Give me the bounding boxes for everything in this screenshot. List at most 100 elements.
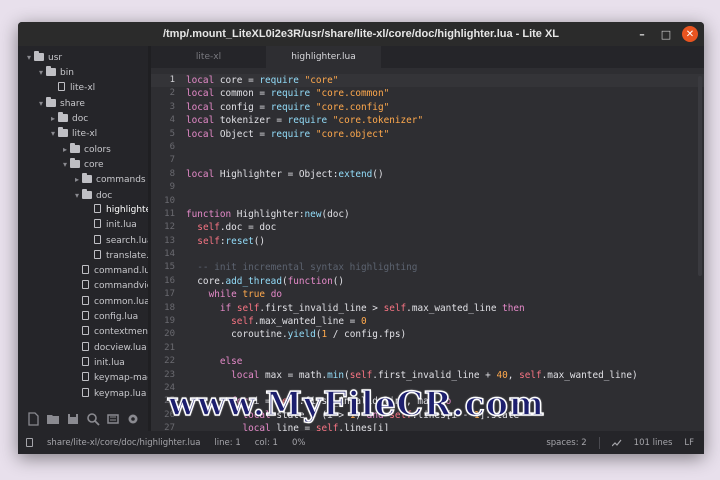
tree-file[interactable]: docview.lua bbox=[18, 341, 148, 356]
tree-folder[interactable]: ▸ commands bbox=[18, 172, 148, 187]
tree-file[interactable]: config.lua bbox=[18, 310, 148, 325]
new-file-icon[interactable] bbox=[26, 411, 40, 426]
code-token: "core" bbox=[304, 75, 339, 86]
code-line[interactable] bbox=[186, 141, 704, 154]
file-icon bbox=[94, 219, 101, 229]
file-icon bbox=[82, 280, 89, 290]
tab-highlighter-lua[interactable]: highlighter.lua bbox=[266, 46, 381, 68]
code-line[interactable]: local max = math.min(self.first_invalid_… bbox=[186, 369, 704, 382]
tree-file[interactable]: translate.lua bbox=[18, 249, 148, 264]
tree-file[interactable]: lite-xl bbox=[18, 81, 148, 96]
code-token: self bbox=[315, 423, 339, 431]
minimize-button[interactable]: – bbox=[634, 26, 650, 42]
code-line[interactable]: if self.first_invalid_line > self.max_wa… bbox=[186, 302, 704, 315]
tree-folder[interactable]: ▾ core bbox=[18, 157, 148, 172]
save-icon[interactable] bbox=[66, 411, 80, 425]
code-line[interactable]: self.doc = doc bbox=[186, 221, 704, 234]
code-line[interactable]: else bbox=[186, 355, 704, 368]
folder-icon bbox=[82, 188, 92, 199]
code-line[interactable]: self.max_wanted_line = 0 bbox=[186, 315, 704, 328]
code-line[interactable]: -- init incremental syntax highlighting bbox=[186, 261, 704, 274]
code-line[interactable]: local core = require "core" bbox=[186, 74, 704, 87]
tree-file[interactable]: common.lua bbox=[18, 295, 148, 310]
code-line[interactable]: local config = require "core.config" bbox=[186, 101, 704, 114]
code-line[interactable] bbox=[186, 181, 704, 194]
code-line[interactable]: local tokenizer = require "core.tokenize… bbox=[186, 114, 704, 127]
tree-item-label: doc bbox=[96, 190, 113, 201]
code-token: self bbox=[349, 369, 373, 381]
tree-item-label: init.lua bbox=[94, 357, 125, 368]
tree-folder[interactable]: ▸ doc bbox=[18, 111, 148, 126]
line-number: 4 bbox=[169, 115, 175, 126]
maximize-button[interactable]: □ bbox=[658, 26, 674, 42]
code-token: "core.common" bbox=[315, 88, 390, 100]
tree-folder[interactable]: ▸ colors bbox=[18, 142, 148, 157]
code-line[interactable]: local line = self.lines[i] bbox=[186, 422, 704, 431]
code-token: .lines[i] bbox=[338, 423, 390, 431]
tree-file[interactable]: keymap-macos.l bbox=[18, 371, 148, 386]
code-line[interactable]: self:reset() bbox=[186, 235, 704, 248]
open-folder-icon[interactable] bbox=[46, 411, 60, 425]
code-token: .first_invalid_line + bbox=[372, 369, 497, 381]
line-number: 7 bbox=[169, 155, 175, 166]
tree-file[interactable]: contextmenu.lu bbox=[18, 325, 148, 340]
tab-lite-xl[interactable]: lite-xl bbox=[151, 46, 266, 68]
code-content[interactable]: local core = require "core" local common … bbox=[186, 74, 704, 431]
code-line[interactable]: local common = require "core.common" bbox=[186, 87, 704, 100]
settings-icon[interactable] bbox=[126, 411, 140, 425]
tree-item-label: contextmenu.lu bbox=[94, 327, 148, 338]
tree-file[interactable]: init.lua bbox=[18, 356, 148, 371]
tree-item-label: commands bbox=[96, 175, 146, 186]
tree-folder[interactable]: ▾ lite-xl bbox=[18, 126, 148, 141]
tree-file[interactable]: highlighter.lu bbox=[18, 203, 148, 218]
tree-folder[interactable]: ▾ doc bbox=[18, 188, 148, 203]
code-editor[interactable]: 1 2 3 4 5 6 7 8 9 10 11 12 13 14 15 16 17 18 19 20 21 22 23 24 2… bbox=[151, 68, 704, 431]
tree-item-label: search.lua bbox=[106, 235, 148, 246]
code-token: self bbox=[197, 222, 220, 234]
folder-icon bbox=[46, 96, 56, 107]
code-token: require bbox=[270, 128, 311, 140]
code-token: self bbox=[231, 316, 254, 328]
code-line[interactable] bbox=[186, 248, 704, 261]
code-line[interactable]: local Highlighter = Object:extend() bbox=[186, 168, 704, 181]
close-button[interactable]: ✕ bbox=[682, 26, 698, 42]
code-line[interactable]: core.add_thread(function() bbox=[186, 275, 704, 288]
code-token: (doc) bbox=[321, 208, 350, 220]
code-line[interactable] bbox=[186, 342, 704, 355]
window-title: /tmp/.mount_LiteXL0i2e3R/usr/share/lite-… bbox=[162, 28, 560, 40]
tree-file[interactable]: keymap.lua bbox=[18, 387, 148, 402]
file-tree: ▾ usr ▾ bin lite-xl ▾ share ▸ doc ▾ lite-xl ▸ colors… bbox=[18, 46, 148, 431]
fullscreen-icon[interactable] bbox=[106, 411, 120, 425]
code-line[interactable]: while true do bbox=[186, 288, 704, 301]
code-line[interactable]: function Highlighter:new(doc) bbox=[186, 208, 704, 221]
line-number: 2 bbox=[169, 88, 175, 99]
code-line[interactable]: coroutine.yield(1 / config.fps) bbox=[186, 328, 704, 341]
folder-icon bbox=[46, 66, 56, 77]
code-token: then bbox=[502, 302, 525, 314]
code-token: else bbox=[219, 356, 243, 368]
tree-file[interactable]: init.lua bbox=[18, 218, 148, 233]
status-indent[interactable]: spaces: 2 bbox=[546, 438, 586, 448]
code-line[interactable] bbox=[186, 154, 704, 167]
tree-folder[interactable]: ▾ usr bbox=[18, 50, 148, 65]
folder-icon bbox=[58, 127, 68, 138]
find-icon[interactable] bbox=[86, 411, 100, 426]
code-token: add_thread bbox=[225, 275, 282, 287]
vertical-scrollbar[interactable] bbox=[698, 76, 702, 276]
tree-file[interactable]: commandview.lu bbox=[18, 279, 148, 294]
status-line-ending[interactable]: LF bbox=[684, 438, 694, 448]
code-token: , bbox=[507, 369, 520, 381]
code-token: .doc = doc bbox=[219, 222, 277, 234]
tree-folder[interactable]: ▾ bin bbox=[18, 65, 148, 80]
tree-folder[interactable]: ▾ share bbox=[18, 96, 148, 111]
tree-file[interactable]: command.lua bbox=[18, 264, 148, 279]
code-line[interactable] bbox=[186, 195, 704, 208]
code-token: local bbox=[186, 128, 215, 140]
code-line[interactable]: local Object = require "core.object" bbox=[186, 128, 704, 141]
tree-item-label: doc bbox=[72, 114, 89, 125]
tree-file[interactable]: search.lua bbox=[18, 234, 148, 249]
